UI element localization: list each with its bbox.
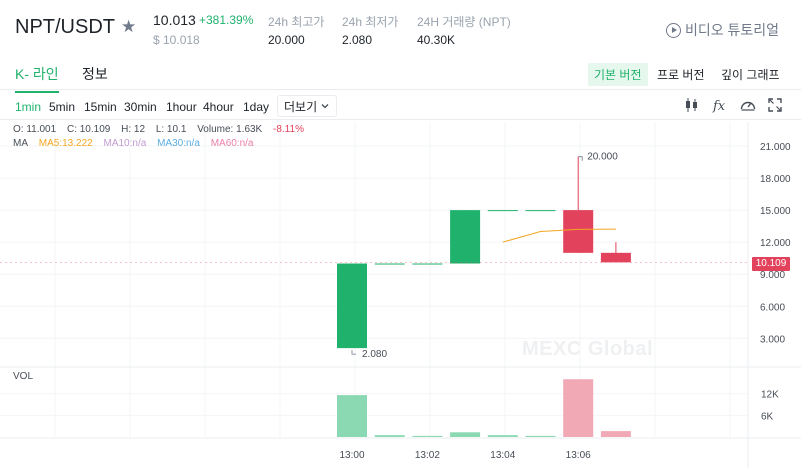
volume-bar: [450, 432, 481, 437]
video-tutorial-label: 비디오 튜토리얼: [685, 22, 780, 38]
x-tick-label: 13:04: [490, 450, 515, 461]
view-basic-button[interactable]: 기본 버전: [588, 63, 648, 86]
y-tick-label: 12.000: [760, 238, 791, 249]
indicator-candles-icon[interactable]: [683, 96, 701, 114]
candle-body: [374, 263, 405, 265]
y-tick-label: 18.000: [760, 174, 791, 185]
low-value: L: 10.1: [155, 124, 187, 135]
video-tutorial-link[interactable]: 비디오 튜토리얼: [666, 20, 779, 40]
y-tick-label: 21.000: [760, 142, 791, 153]
volume-24h-value: 40.30K: [417, 33, 456, 47]
low-24h-value: 2.080: [342, 33, 373, 47]
y-tick-label: 3.000: [760, 334, 785, 345]
volume-bar: [412, 435, 443, 437]
last-price-tag: 10.109: [752, 257, 790, 271]
volume-bar: [525, 435, 556, 437]
high-marker: [578, 156, 583, 161]
candle-body: [525, 210, 556, 212]
more-label: 더보기: [284, 99, 318, 114]
volume-bar: [487, 435, 518, 437]
gauge-settings-icon[interactable]: [739, 96, 757, 114]
high-24h-value: 20.000: [268, 33, 305, 47]
interval-toolbar: 1min 5min 15min 30min 1hour 4hour 1day 더…: [0, 92, 801, 120]
interval-1hour[interactable]: 1hour: [166, 100, 197, 114]
ohlc-legend: O: 11.001 C: 10.109 H: 12 L: 10.1 Volume…: [13, 124, 312, 135]
volume-24h-label: 24H 거래량 (NPT): [417, 15, 511, 29]
tab-kline[interactable]: K- 라인: [15, 64, 59, 93]
volume-bar: [600, 431, 631, 437]
candle-body: [450, 210, 481, 264]
x-tick-label: 13:02: [415, 450, 440, 461]
high-annotation: 20.000: [587, 152, 618, 163]
y-tick-label: 9.000: [760, 270, 785, 281]
play-icon: [666, 22, 681, 38]
chevron-down-icon: [321, 104, 329, 109]
close-value: C: 10.109: [66, 124, 111, 135]
price-change: +381.39%: [199, 13, 254, 27]
x-tick-label: 13:06: [566, 450, 591, 461]
more-intervals-dropdown[interactable]: 더보기: [277, 95, 338, 117]
ma-label: MA: [13, 138, 28, 149]
ma30-value: MA30:n/a: [157, 138, 200, 149]
low-marker: [351, 350, 356, 355]
ma5-value: MA5:13.222: [38, 138, 93, 149]
ma10-value: MA10:n/a: [103, 138, 147, 149]
open-value: O: 11.001: [13, 124, 57, 135]
high-24h-label: 24h 최고가: [268, 15, 325, 29]
y-tick-label: 15.000: [760, 206, 791, 217]
high-value: H: 12: [121, 124, 146, 135]
x-tick-label: 13:00: [339, 450, 364, 461]
volume-bar: [337, 395, 367, 437]
candle-body: [600, 252, 631, 263]
pair-name[interactable]: NPT/USDT: [15, 16, 115, 39]
volume-bar: [563, 379, 594, 437]
interval-5min[interactable]: 5min: [49, 100, 75, 114]
last-price: 10.013: [153, 12, 196, 28]
ticker-header: NPT/USDT ★ 10.013 +381.39% $ 10.018 24h …: [0, 0, 801, 56]
candle-change: -8.11%: [273, 124, 304, 135]
volume-pane-label: VOL: [13, 371, 34, 382]
candle-body: [412, 263, 443, 265]
interval-1day[interactable]: 1day: [243, 100, 269, 114]
low-24h-label: 24h 최저가: [342, 15, 399, 29]
volume-bar: [374, 435, 405, 437]
tab-info[interactable]: 정보: [82, 64, 108, 84]
candle-body: [563, 210, 594, 253]
interval-30min[interactable]: 30min: [124, 100, 157, 114]
ma5-line: [502, 228, 616, 243]
volume-value: Volume: 1.63K: [197, 124, 263, 135]
interval-15min[interactable]: 15min: [84, 100, 117, 114]
favorite-star-icon[interactable]: ★: [121, 17, 136, 37]
ma60-value: MA60:n/a: [210, 138, 254, 149]
interval-1min[interactable]: 1min: [15, 100, 41, 114]
fullscreen-icon[interactable]: [766, 96, 784, 114]
interval-4hour[interactable]: 4hour: [203, 100, 234, 114]
view-pro-button[interactable]: 프로 버전: [651, 63, 711, 86]
candle-body: [337, 263, 367, 349]
view-depth-button[interactable]: 깊이 그래프: [715, 63, 786, 86]
vol-tick-label: 12K: [761, 390, 779, 401]
price-usd: $ 10.018: [153, 33, 200, 47]
svg-text:fx: fx: [712, 99, 726, 114]
watermark-logo: MEXC Global: [522, 338, 654, 360]
candle-body: [487, 210, 518, 212]
y-tick-label: 6.000: [760, 302, 785, 313]
vol-tick-label: 6K: [761, 411, 774, 422]
function-fx-icon[interactable]: fx: [711, 96, 729, 114]
low-annotation: 2.080: [362, 349, 387, 360]
ma-legend: MA MA5:13.222 MA10:n/a MA30:n/a MA60:n/a: [13, 138, 262, 149]
chart-tabs: K- 라인 정보 기본 버전 프로 버전 깊이 그래프: [0, 56, 801, 93]
